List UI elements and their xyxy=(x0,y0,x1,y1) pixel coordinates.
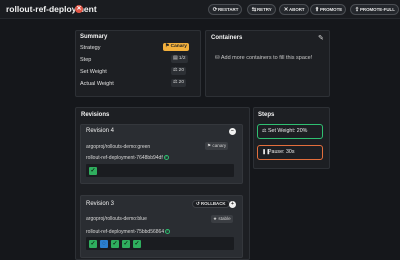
edit-containers-icon[interactable]: ✎ xyxy=(318,34,324,42)
retry-button[interactable]: ⇆RETRY xyxy=(247,4,276,15)
collapse-revision-icon[interactable]: − xyxy=(229,128,236,135)
actual-weight-label: Actual Weight xyxy=(80,81,114,87)
rollback-button[interactable]: ↺ ROLLBACK xyxy=(192,200,230,208)
expand-revision-icon[interactable]: + xyxy=(229,201,236,208)
rollback-icon: ↺ xyxy=(196,201,200,206)
canary-icon: ⚑ xyxy=(165,44,170,49)
restart-button[interactable]: ⟳RESTART xyxy=(208,4,243,15)
step-badge: ▤ 1/2 xyxy=(171,55,188,63)
containers-heading: Containers xyxy=(211,35,243,41)
pod-healthy-icon[interactable]: ✓ xyxy=(89,167,97,175)
balance-icon: ⚖ xyxy=(173,80,178,85)
containers-empty-message: ⛁ Add more containers to fill this space… xyxy=(215,55,313,61)
revision-title: Revision 3 xyxy=(86,201,115,207)
strategy-badge: ⚑ Canary xyxy=(163,43,189,51)
revisions-heading: Revisions xyxy=(81,112,110,118)
canary-tag-icon: ⚑ xyxy=(207,143,212,148)
set-weight-badge: ⚖ 20 xyxy=(171,67,186,75)
step-icon: ▤ xyxy=(173,56,178,61)
stable-tag: ★ stable xyxy=(211,215,233,223)
actual-weight-badge: ⚖ 20 xyxy=(171,79,186,87)
replicaset-name[interactable]: rollout-ref-deployment-75bbd56864 ✓ xyxy=(86,229,171,235)
promote-full-button[interactable]: ⇪PROMOTE-FULL xyxy=(350,4,399,15)
healthy-icon: ✓ xyxy=(165,229,171,235)
abort-button[interactable]: ✕ABORT xyxy=(279,4,309,15)
rollout-title: rollout-ref-deployment xyxy=(6,4,97,14)
pod-syncing-icon[interactable]: ◌ xyxy=(100,240,108,248)
step-pause[interactable]: ❚❚Pause: 30s xyxy=(257,145,323,160)
pod-healthy-icon[interactable]: ✓ xyxy=(133,240,141,248)
set-weight-label: Set Weight xyxy=(80,69,107,75)
summary-heading: Summary xyxy=(80,34,108,40)
canary-tag: ⚑ canary xyxy=(205,142,229,150)
promote-button[interactable]: ⬆PROMOTE xyxy=(310,4,347,15)
healthy-icon: ✓ xyxy=(163,155,169,161)
replicaset-name[interactable]: rollout-ref-deployment-7648bb94df ✓ xyxy=(86,155,169,161)
revision-title: Revision 4 xyxy=(86,128,115,134)
pod-healthy-icon[interactable]: ✓ xyxy=(122,240,130,248)
steps-heading: Steps xyxy=(258,112,275,118)
step-set-weight[interactable]: ⚖ Set Weight: 20% xyxy=(257,124,323,139)
revision-image: argoproj/rollouts-demo:green xyxy=(86,144,151,150)
containers-icon: ⛁ xyxy=(215,55,220,61)
stable-tag-icon: ★ xyxy=(213,216,218,221)
strategy-label: Strategy xyxy=(80,45,101,51)
revision-image: argoproj/rollouts-demo:blue xyxy=(86,216,147,222)
pod-healthy-icon[interactable]: ✓ xyxy=(89,240,97,248)
step-label: Step xyxy=(80,57,92,63)
pod-bar: ✓ xyxy=(86,164,234,177)
top-bar: rollout-ref-deployment ✕ ⟳RESTART ⇆RETRY… xyxy=(0,0,400,19)
weight-icon: ⚖ xyxy=(173,68,178,73)
degraded-status-icon: ✕ xyxy=(75,5,83,13)
pod-bar: ✓ ◌ ✓ ✓ ✓ xyxy=(86,237,234,250)
pod-healthy-icon[interactable]: ✓ xyxy=(111,240,119,248)
